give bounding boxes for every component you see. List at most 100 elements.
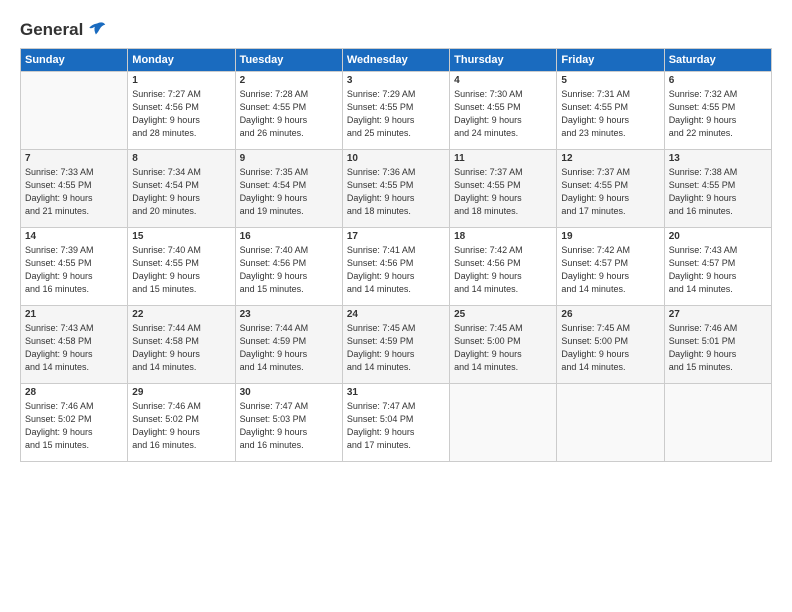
day-number: 23 [240, 309, 338, 320]
info-line: and 14 minutes. [132, 362, 196, 372]
info-line: Sunrise: 7:40 AM [132, 245, 201, 255]
calendar-cell: 29Sunrise: 7:46 AMSunset: 5:02 PMDayligh… [128, 384, 235, 462]
info-line: Sunset: 4:59 PM [347, 336, 414, 346]
info-line: Sunrise: 7:46 AM [669, 323, 738, 333]
info-line: Sunrise: 7:34 AM [132, 167, 201, 177]
header: General [20, 18, 772, 38]
cell-info: Sunrise: 7:33 AMSunset: 4:55 PMDaylight:… [25, 166, 123, 218]
info-line: Daylight: 9 hours [25, 193, 93, 203]
info-line: and 14 minutes. [347, 362, 411, 372]
info-line: Sunrise: 7:32 AM [669, 89, 738, 99]
calendar-cell: 25Sunrise: 7:45 AMSunset: 5:00 PMDayligh… [450, 306, 557, 384]
cell-info: Sunrise: 7:40 AMSunset: 4:55 PMDaylight:… [132, 244, 230, 296]
info-line: Daylight: 9 hours [561, 193, 629, 203]
calendar-cell [664, 384, 771, 462]
info-line: Daylight: 9 hours [240, 193, 308, 203]
info-line: and 18 minutes. [347, 206, 411, 216]
info-line: Sunrise: 7:30 AM [454, 89, 523, 99]
calendar-cell: 8Sunrise: 7:34 AMSunset: 4:54 PMDaylight… [128, 150, 235, 228]
info-line: and 16 minutes. [25, 284, 89, 294]
calendar-cell: 2Sunrise: 7:28 AMSunset: 4:55 PMDaylight… [235, 72, 342, 150]
calendar-cell: 11Sunrise: 7:37 AMSunset: 4:55 PMDayligh… [450, 150, 557, 228]
day-header-thursday: Thursday [450, 49, 557, 72]
cell-info: Sunrise: 7:39 AM Sunset: 4:55 PM Daylight:… [25, 244, 123, 296]
info-line: and 14 minutes. [25, 362, 89, 372]
day-number: 11 [454, 153, 552, 164]
day-number: 13 [669, 153, 767, 164]
cell-info: Sunrise: 7:31 AMSunset: 4:55 PMDaylight:… [561, 88, 659, 140]
cell-info: Sunrise: 7:40 AMSunset: 4:56 PMDaylight:… [240, 244, 338, 296]
info-line: and 15 minutes. [132, 284, 196, 294]
info-line: Daylight: 9 hours [240, 271, 308, 281]
day-header-monday: Monday [128, 49, 235, 72]
day-number: 10 [347, 153, 445, 164]
info-line: Daylight: 9 hours [454, 115, 522, 125]
info-line: Sunset: 4:55 PM [132, 258, 199, 268]
info-line: Sunset: 4:55 PM [561, 180, 628, 190]
calendar-cell: 3Sunrise: 7:29 AMSunset: 4:55 PMDaylight… [342, 72, 449, 150]
info-line: Daylight: 9 hours [561, 271, 629, 281]
info-line: Sunset: 5:02 PM [25, 414, 92, 424]
cell-info: Sunrise: 7:37 AMSunset: 4:55 PMDaylight:… [454, 166, 552, 218]
day-number: 29 [132, 387, 230, 398]
info-line: and 14 minutes. [561, 362, 625, 372]
calendar-cell [21, 72, 128, 150]
calendar-week-2: 7 Sunrise: 7:33 AMSunset: 4:55 PMDaylight… [21, 150, 772, 228]
info-line: Sunset: 5:04 PM [347, 414, 414, 424]
info-line: Daylight: 9 hours [132, 115, 200, 125]
calendar-cell: 30Sunrise: 7:47 AMSunset: 5:03 PMDayligh… [235, 384, 342, 462]
calendar-cell: 12Sunrise: 7:37 AMSunset: 4:55 PMDayligh… [557, 150, 664, 228]
calendar-cell: 13Sunrise: 7:38 AMSunset: 4:55 PMDayligh… [664, 150, 771, 228]
cell-info: Sunrise: 7:47 AMSunset: 5:03 PMDaylight:… [240, 400, 338, 452]
info-line: Daylight: 9 hours [347, 193, 415, 203]
info-line: and 25 minutes. [347, 128, 411, 138]
info-line: Daylight: 9 hours [25, 271, 93, 281]
info-line: and 19 minutes. [240, 206, 304, 216]
cell-info: Sunrise: 7:45 AMSunset: 4:59 PMDaylight:… [347, 322, 445, 374]
calendar-cell [557, 384, 664, 462]
info-line: Daylight: 9 hours [454, 349, 522, 359]
day-number: 17 [347, 231, 445, 242]
day-number: 7 [25, 153, 123, 164]
info-line: Sunrise: 7:47 AM [347, 401, 416, 411]
info-line: Sunrise: 7:35 AM [240, 167, 309, 177]
cell-info: Sunrise: 7:44 AMSunset: 4:58 PMDaylight:… [132, 322, 230, 374]
calendar-cell: 24Sunrise: 7:45 AMSunset: 4:59 PMDayligh… [342, 306, 449, 384]
calendar-week-1: 1Sunrise: 7:27 AMSunset: 4:56 PMDaylight… [21, 72, 772, 150]
day-header-sunday: Sunday [21, 49, 128, 72]
info-line: Sunrise: 7:37 AM [454, 167, 523, 177]
info-line: and 15 minutes. [25, 440, 89, 450]
info-line: Sunset: 4:55 PM [25, 258, 92, 268]
cell-info: Sunrise: 7:45 AMSunset: 5:00 PMDaylight:… [454, 322, 552, 374]
info-line: Sunset: 4:56 PM [454, 258, 521, 268]
calendar-cell: 1Sunrise: 7:27 AMSunset: 4:56 PMDaylight… [128, 72, 235, 150]
calendar-cell: 6Sunrise: 7:32 AMSunset: 4:55 PMDaylight… [664, 72, 771, 150]
day-number: 14 [25, 231, 123, 242]
info-line: Sunrise: 7:45 AM [347, 323, 416, 333]
calendar-cell: 5Sunrise: 7:31 AMSunset: 4:55 PMDaylight… [557, 72, 664, 150]
info-line: Sunrise: 7:42 AM [454, 245, 523, 255]
info-line: and 23 minutes. [561, 128, 625, 138]
day-header-friday: Friday [557, 49, 664, 72]
info-line: Sunset: 5:03 PM [240, 414, 307, 424]
calendar-cell: 16Sunrise: 7:40 AMSunset: 4:56 PMDayligh… [235, 228, 342, 306]
day-number: 20 [669, 231, 767, 242]
day-number: 26 [561, 309, 659, 320]
info-line: and 28 minutes. [132, 128, 196, 138]
info-line: and 14 minutes. [454, 284, 518, 294]
info-line: Sunset: 4:55 PM [454, 180, 521, 190]
calendar-cell: 4Sunrise: 7:30 AMSunset: 4:55 PMDaylight… [450, 72, 557, 150]
info-line: Daylight: 9 hours [669, 271, 737, 281]
calendar-cell: 31Sunrise: 7:47 AMSunset: 5:04 PMDayligh… [342, 384, 449, 462]
info-line: and 17 minutes. [347, 440, 411, 450]
info-line: Sunrise: 7:27 AM [132, 89, 201, 99]
info-line: Daylight: 9 hours [240, 115, 308, 125]
info-line: Sunset: 4:59 PM [240, 336, 307, 346]
cell-info: Sunrise: 7:28 AMSunset: 4:55 PMDaylight:… [240, 88, 338, 140]
info-line: Sunrise: 7:39 AM [25, 245, 94, 255]
day-number: 19 [561, 231, 659, 242]
info-line: Sunrise: 7:46 AM [25, 401, 94, 411]
info-line: Sunset: 4:56 PM [347, 258, 414, 268]
info-line: and 26 minutes. [240, 128, 304, 138]
calendar-cell: 20Sunrise: 7:43 AMSunset: 4:57 PMDayligh… [664, 228, 771, 306]
